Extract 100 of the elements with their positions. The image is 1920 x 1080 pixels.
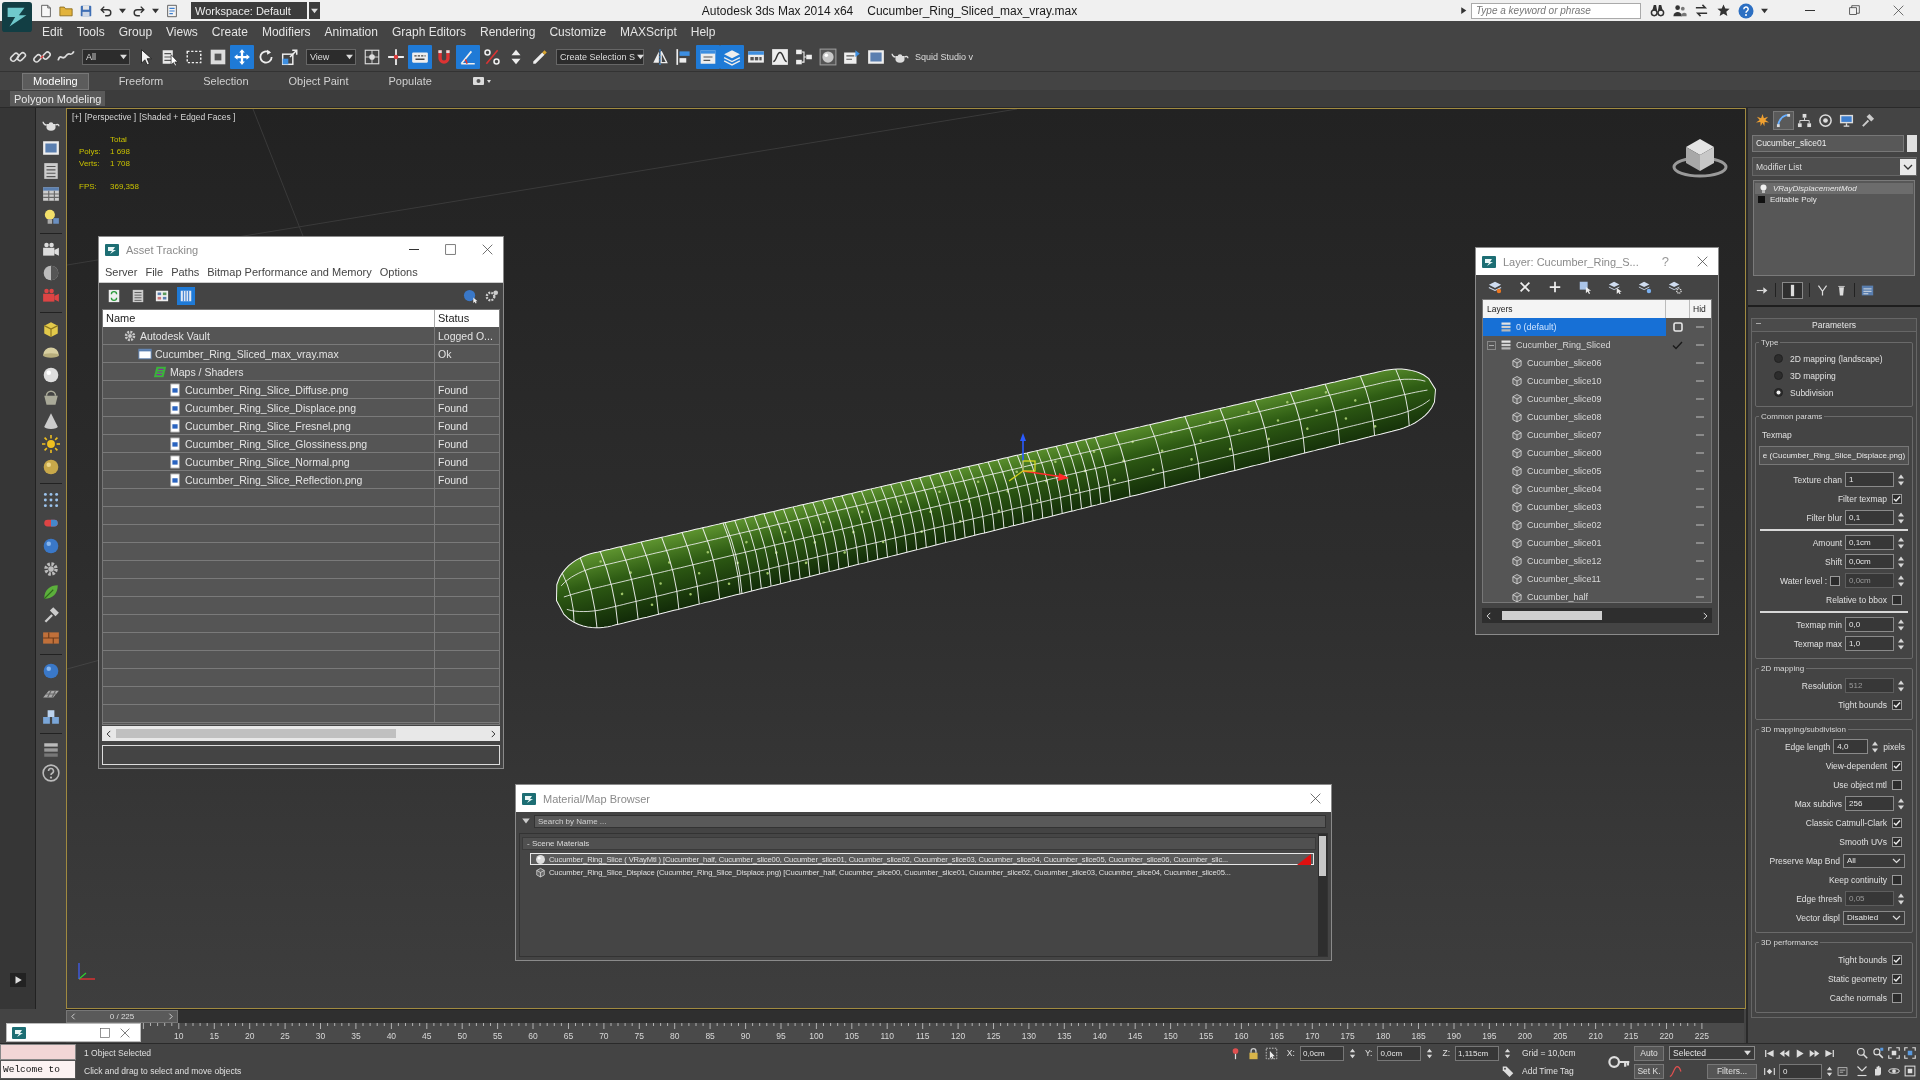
layers-icon[interactable] [1668, 280, 1682, 294]
key-filter-dropdown[interactable]: Selected [1669, 1046, 1755, 1060]
panel-icon[interactable] [1837, 1065, 1848, 1077]
ribbon-tab[interactable]: Object Paint [278, 72, 359, 90]
checkbox[interactable] [1892, 493, 1902, 504]
time-slider-thumb[interactable]: 0 / 225 [66, 1010, 178, 1023]
coordinate-system-dropdown[interactable]: View [306, 48, 356, 65]
hammer-icon[interactable] [42, 606, 60, 624]
layer-item[interactable]: Cucumber_slice05 [1483, 462, 1666, 480]
layers-icon[interactable] [1638, 280, 1652, 294]
window-list-button[interactable] [696, 44, 720, 69]
menu-item[interactable]: Customize [542, 24, 614, 39]
layer-item[interactable]: Cucumber_slice02 [1483, 516, 1666, 534]
panel-tab[interactable] [1773, 111, 1794, 130]
collapse-sign[interactable]: – [1756, 318, 1761, 328]
ribbon-tab[interactable]: Populate [378, 72, 442, 90]
bulb-icon[interactable] [42, 208, 60, 226]
ribbon-menu-icon[interactable] [471, 76, 492, 86]
spinner-arrows-icon[interactable] [1897, 535, 1905, 550]
cone-icon[interactable] [42, 412, 60, 430]
layer-item[interactable]: Cucumber_slice00 [1483, 444, 1666, 462]
checkbox[interactable] [1892, 594, 1902, 605]
half-shaded-sphere-icon[interactable] [42, 264, 60, 282]
color-swatch-icon[interactable] [1907, 135, 1917, 152]
ribbon-panel-tab[interactable]: Polygon Modeling [10, 91, 106, 106]
menu-item[interactable]: Server [101, 266, 142, 278]
menu-item[interactable]: Group [111, 24, 160, 39]
app-logo-icon[interactable] [2, 2, 32, 32]
menu-item[interactable]: Help [683, 24, 723, 39]
spinner-arrows-icon[interactable] [1897, 510, 1905, 525]
checkbox[interactable] [1892, 760, 1902, 771]
stack-item[interactable]: VRayDisplacementMod [1755, 183, 1913, 194]
value-field[interactable]: 4,0 [1833, 739, 1869, 754]
lock-icon[interactable] [1246, 1046, 1260, 1060]
trash-icon[interactable] [1835, 283, 1848, 297]
group-header[interactable]: - Scene Materials [522, 837, 1316, 850]
menu-item[interactable]: Create [204, 24, 255, 39]
dropdown-triangle-icon[interactable] [521, 816, 531, 826]
value-field[interactable]: 1 [1845, 472, 1894, 487]
help-icon[interactable] [1738, 2, 1754, 19]
checkbox-label[interactable]: Keep continuity [1828, 874, 1887, 885]
radio-label[interactable]: 3D mapping [1790, 370, 1836, 381]
viewport-label[interactable]: [Perspective ] [84, 112, 137, 122]
value-field[interactable]: 1,0 [1845, 636, 1894, 651]
checkbox-label[interactable]: Static geometry [1827, 973, 1887, 984]
menu-item[interactable]: Edit [35, 24, 70, 39]
layer-item[interactable]: Cucumber_slice09 [1483, 390, 1666, 408]
stack-item[interactable]: Editable Poly [1754, 194, 1914, 205]
menu-item[interactable]: Options [375, 266, 422, 278]
camera-icon[interactable] [42, 241, 60, 259]
layers-icon[interactable] [1488, 280, 1502, 294]
cubes-icon[interactable] [42, 708, 60, 726]
square-icon[interactable] [100, 1027, 110, 1038]
checkbox[interactable] [1892, 699, 1902, 710]
menu-item[interactable]: MAXScript [613, 24, 684, 39]
auto-key-button[interactable]: Auto [1634, 1045, 1664, 1061]
menu-item[interactable]: Paths [167, 266, 204, 278]
search-field[interactable]: Search by Name ... [534, 814, 1326, 828]
spinner-arrows-icon[interactable] [1348, 1046, 1356, 1060]
checkbox[interactable] [1892, 817, 1902, 828]
eye-icon[interactable] [1888, 1065, 1900, 1077]
path-field[interactable] [102, 745, 500, 765]
layer-item[interactable]: Cucumber_slice06 [1483, 354, 1666, 372]
texmap-button[interactable]: e (Cucumber_Ring_Slice_Displace.png) [1759, 446, 1909, 465]
close-icon[interactable] [120, 1027, 130, 1038]
menu-item[interactable]: File [141, 266, 168, 278]
viewport-label[interactable]: [Shaded + Edged Faces ] [139, 112, 236, 122]
star-icon[interactable] [1716, 3, 1731, 18]
angle-button[interactable] [456, 44, 480, 69]
frame-window-icon[interactable] [42, 139, 60, 157]
checkbox-label[interactable]: Classic Catmull-Clark [1805, 817, 1887, 828]
viewport[interactable] [66, 108, 1746, 1009]
layer-item[interactable]: Cucumber_slice01 [1483, 534, 1666, 552]
layer-item[interactable]: Cucumber_half [1483, 588, 1666, 602]
bulb-icon[interactable] [1759, 184, 1768, 193]
maximize-viewport-icon[interactable] [1904, 1065, 1916, 1077]
ball-icon[interactable] [42, 662, 60, 680]
layer-item[interactable]: Cucumber_slice04 [1483, 480, 1666, 498]
scroll-thumb[interactable] [116, 729, 396, 738]
basket-icon[interactable] [42, 389, 60, 407]
close-icon[interactable] [482, 244, 493, 255]
checkbox[interactable] [1892, 836, 1902, 847]
scroll-thumb[interactable] [1502, 611, 1602, 620]
ball-icon[interactable] [42, 458, 60, 476]
close-icon[interactable] [1310, 793, 1321, 804]
checkbox[interactable] [1892, 973, 1902, 984]
wedge-icon[interactable] [1856, 1065, 1868, 1077]
list-icon[interactable] [42, 162, 60, 180]
spinner-arrows-icon[interactable] [1897, 617, 1905, 632]
frame-field[interactable]: 0 [1779, 1063, 1822, 1079]
undo-icon[interactable] [99, 3, 113, 18]
layer-item[interactable]: Cucumber_slice11 [1483, 570, 1666, 588]
value-field[interactable]: 0,0 [1845, 617, 1894, 632]
horizontal-scrollbar[interactable] [102, 726, 500, 741]
menu-item[interactable]: Rendering [473, 24, 543, 39]
list-panel-icon[interactable] [1861, 283, 1874, 297]
new-file-icon[interactable] [39, 3, 53, 18]
layer-item[interactable]: Cucumber_slice08 [1483, 408, 1666, 426]
radio-label[interactable]: Subdivision [1790, 387, 1834, 398]
menu-item[interactable]: Views [159, 24, 205, 39]
